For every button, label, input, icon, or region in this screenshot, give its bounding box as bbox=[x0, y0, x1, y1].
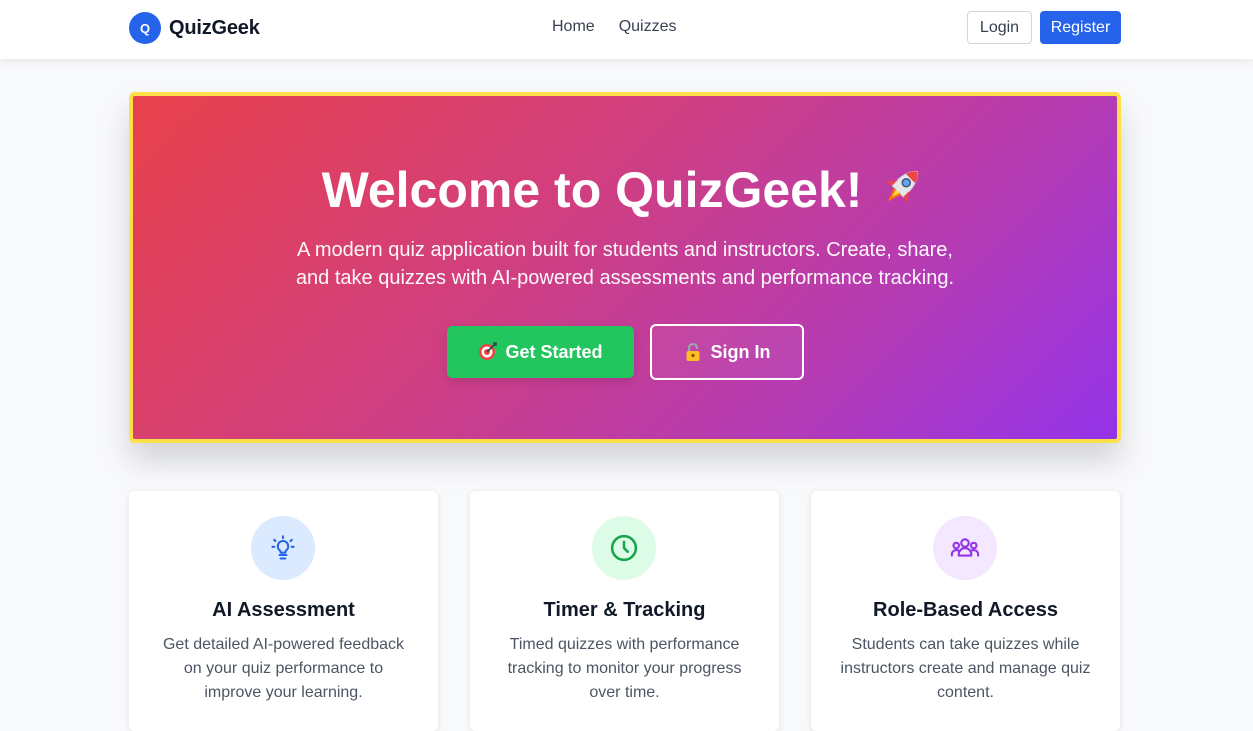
login-button[interactable]: Login bbox=[967, 11, 1032, 44]
feature-description: Students can take quizzes while instruct… bbox=[840, 636, 1091, 701]
brand-logo-link[interactable]: Q QuizGeek bbox=[129, 12, 260, 44]
feature-card-role-based-access: Role-Based Access Students can take quiz… bbox=[811, 491, 1120, 731]
feature-description: Timed quizzes with performance tracking … bbox=[507, 636, 742, 701]
users-icon bbox=[933, 516, 997, 580]
brand-name: QuizGeek bbox=[169, 16, 260, 39]
sign-in-button[interactable]: Sign In bbox=[649, 324, 804, 380]
clock-icon bbox=[592, 516, 656, 580]
feature-title: AI Assessment bbox=[212, 599, 355, 621]
hero-banner: Welcome to QuizGeek! A modern quiz appli… bbox=[129, 92, 1121, 443]
feature-description: Get detailed AI-powered feedback on your… bbox=[162, 636, 405, 701]
logo-icon: Q bbox=[129, 12, 161, 44]
auth-buttons: Login Register bbox=[967, 11, 1121, 44]
feature-card-ai-assessment: AI Assessment Get detailed AI-powered fe… bbox=[129, 491, 438, 731]
rocket-icon bbox=[876, 161, 928, 226]
feature-title: Timer & Tracking bbox=[543, 599, 706, 621]
lock-icon bbox=[683, 342, 703, 362]
hero-actions: Get Started Sign In bbox=[133, 324, 1117, 380]
register-button[interactable]: Register bbox=[1040, 11, 1121, 44]
features-section: AI Assessment Get detailed AI-powered fe… bbox=[129, 491, 1121, 731]
nav-link-home[interactable]: Home bbox=[552, 18, 595, 36]
get-started-label: Get Started bbox=[505, 341, 603, 362]
feature-card-timer-tracking: Timer & Tracking Timed quizzes with perf… bbox=[470, 491, 779, 731]
sign-in-label: Sign In bbox=[710, 341, 771, 362]
nav-link-quizzes[interactable]: Quizzes bbox=[619, 18, 677, 36]
hero-title-text: Welcome to QuizGeek! bbox=[321, 162, 863, 218]
lightbulb-icon bbox=[251, 516, 315, 580]
main-nav: Home Quizzes bbox=[552, 18, 676, 36]
navbar: Q QuizGeek Home Quizzes Login Register bbox=[0, 0, 1253, 59]
feature-title: Role-Based Access bbox=[873, 599, 1058, 621]
hero-subtitle: A modern quiz application built for stud… bbox=[295, 239, 955, 289]
get-started-button[interactable]: Get Started bbox=[446, 326, 634, 378]
hero-title: Welcome to QuizGeek! bbox=[133, 160, 1117, 226]
target-icon bbox=[477, 342, 498, 362]
